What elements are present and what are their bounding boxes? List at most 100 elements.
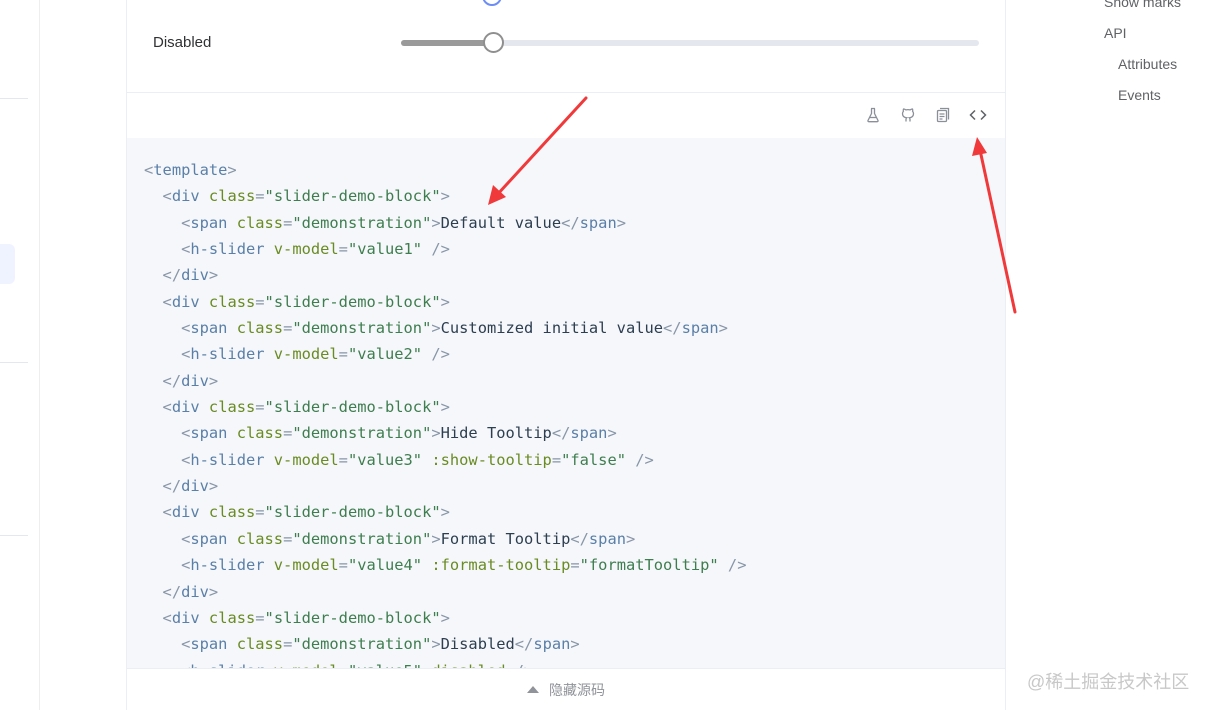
anchor-attributes[interactable]: Attributes <box>1118 56 1177 72</box>
code-punctuation: > <box>208 371 219 390</box>
code-attr-value: "demonstration" <box>292 319 432 338</box>
code-line: <span class="demonstration">Disabled</sp… <box>144 631 746 657</box>
sidebar-divider <box>0 535 28 536</box>
demo-toolbar <box>127 94 1005 138</box>
code-line: <h-slider v-model="value3" :show-tooltip… <box>144 447 746 473</box>
code-punctuation: /> <box>727 556 747 575</box>
code-punctuation: > <box>440 608 450 627</box>
code-punctuation: < <box>162 292 172 311</box>
code-line: <div class="slider-demo-block"> <box>144 183 746 209</box>
sidebar-divider <box>0 362 28 363</box>
code-punctuation: < <box>181 319 191 338</box>
code-icon[interactable] <box>968 105 988 125</box>
code-punctuation: > <box>440 398 450 417</box>
code-tag-name: span <box>190 213 228 232</box>
anchor-events[interactable]: Events <box>1118 87 1161 103</box>
sidebar-active-item[interactable] <box>0 244 15 284</box>
anchor-show-marks[interactable]: Show marks <box>1104 0 1181 10</box>
code-punctuation: = <box>570 556 580 575</box>
demo-preview: Disabled <box>127 0 1005 93</box>
source-code-panel: <template> <div class="slider-demo-block… <box>127 138 1005 668</box>
code-punctuation: = <box>255 187 265 206</box>
code-attr-value: "slider-demo-block" <box>264 292 441 311</box>
code-attribute: v-model <box>273 240 339 259</box>
slider-bar <box>401 40 494 46</box>
code-punctuation: = <box>283 635 293 654</box>
code-tag-name: span <box>533 635 571 654</box>
code-attribute: class <box>208 292 256 311</box>
code-text: Disabled <box>440 635 515 654</box>
code-attr-value: "formatTooltip" <box>579 556 719 575</box>
hide-source-button[interactable]: 隐藏源码 <box>127 668 1005 710</box>
code-tag-name: span <box>190 424 228 443</box>
slider-row-label: Disabled <box>153 34 212 51</box>
slider-thumb[interactable] <box>483 32 505 53</box>
code-punctuation: = <box>338 556 348 575</box>
code-attribute: class <box>208 503 256 522</box>
radio-button[interactable] <box>482 0 502 6</box>
code-attribute: class <box>208 187 256 206</box>
code-punctuation: > <box>208 266 219 285</box>
code-tag-name: div <box>171 292 200 311</box>
code-text: Default value <box>440 213 562 232</box>
anchor-api[interactable]: API <box>1104 25 1127 41</box>
code-punctuation: > <box>227 161 237 179</box>
code-punctuation: > <box>208 477 219 496</box>
code-attr-value: "slider-demo-block" <box>264 187 441 206</box>
code-punctuation: </ <box>162 266 182 285</box>
code-tag-name: span <box>190 529 228 548</box>
code-punctuation: = <box>338 345 348 364</box>
code-line: <div class="slider-demo-block"> <box>144 289 746 315</box>
code-tag-name: div <box>171 398 200 417</box>
code-punctuation: = <box>255 398 265 417</box>
code-line: </div> <box>144 579 746 605</box>
code-tag-name: span <box>190 319 228 338</box>
code-line: <h-slider v-model="value2" /> <box>144 341 746 367</box>
code-punctuation: </ <box>561 213 580 232</box>
code-line: <span class="demonstration">Customized i… <box>144 315 746 341</box>
code-tag-name: h-slider <box>190 345 265 364</box>
code-punctuation: </ <box>162 582 182 601</box>
code-punctuation: > <box>440 292 450 311</box>
code-punctuation: < <box>181 345 191 364</box>
code-punctuation: < <box>144 161 154 179</box>
code-attribute: :format-tooltip <box>431 556 571 575</box>
code-line: <div class="slider-demo-block"> <box>144 605 746 631</box>
github-icon[interactable] <box>898 105 918 125</box>
code-attr-value: "value3" <box>347 450 423 469</box>
code-punctuation: = <box>255 608 265 627</box>
code-punctuation: </ <box>551 424 571 443</box>
code-punctuation: = <box>551 450 562 469</box>
disabled-slider[interactable] <box>401 32 979 54</box>
code-text: Customized initial value <box>440 319 664 338</box>
code-tag-name: h-slider <box>190 240 265 259</box>
code-punctuation: > <box>431 424 441 443</box>
code-attribute: class <box>236 213 284 232</box>
code-punctuation: = <box>338 240 348 259</box>
code-attr-value: "value4" <box>347 556 423 575</box>
caret-up-icon <box>527 686 539 693</box>
code-tag-name: span <box>579 213 617 232</box>
code-punctuation: = <box>283 213 293 232</box>
code-tag-name: div <box>171 187 200 206</box>
code-attr-value: "false" <box>561 450 626 469</box>
copy-icon[interactable] <box>933 105 953 125</box>
code-text: Format Tooltip <box>440 529 571 548</box>
flask-icon[interactable] <box>863 105 883 125</box>
code-tag-name: div <box>181 371 209 390</box>
